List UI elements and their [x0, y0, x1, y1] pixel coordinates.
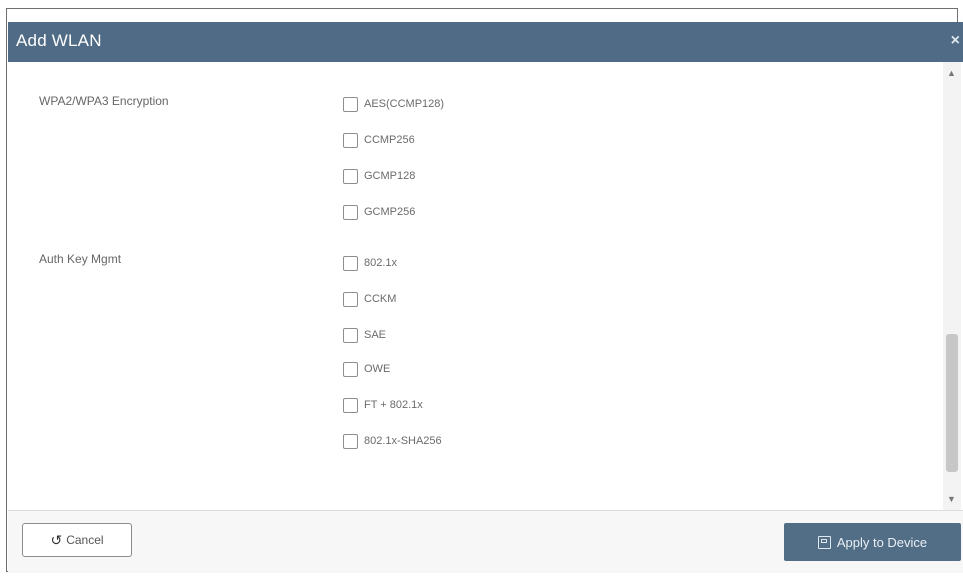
sae-checkbox[interactable]	[343, 327, 358, 343]
wpa-encryption-label: WPA2/WPA3 Encryption	[39, 94, 169, 108]
dialog-title: Add WLAN	[16, 31, 102, 50]
gcmp128-checkbox[interactable]	[343, 168, 358, 184]
cckm-label: CCKM	[364, 293, 397, 305]
close-icon[interactable]: ×	[951, 32, 960, 50]
option-ft-8021x[interactable]: FT + 802.1x	[343, 395, 423, 415]
option-8021x-sha256[interactable]: 802.1x-SHA256	[343, 431, 442, 451]
option-ccmp256[interactable]: CCMP256	[343, 130, 415, 150]
8021x-label: 802.1x	[364, 257, 398, 269]
gcmp256-checkbox[interactable]	[343, 204, 358, 220]
gcmp128-label: GCMP128	[364, 170, 416, 182]
auth-key-mgmt-label: Auth Key Mgmt	[39, 252, 122, 266]
scroll-up-icon[interactable]: ▲	[947, 68, 956, 78]
ccmp256-checkbox[interactable]	[343, 132, 358, 148]
scrollbar-thumb[interactable]	[946, 334, 958, 472]
ft-8021x-label: FT + 802.1x	[364, 399, 423, 411]
apply-to-device-label: Apply to Device	[836, 534, 928, 550]
dialog-content: WPA2/WPA3 Encryption AES(CCMP128) CCMP25…	[8, 62, 963, 510]
cckm-checkbox[interactable]	[343, 291, 358, 307]
scroll-down-icon[interactable]: ▼	[947, 494, 956, 504]
undo-icon: ↺	[50, 531, 63, 548]
owe-checkbox[interactable]	[343, 361, 358, 377]
gcmp256-label: GCMP256	[364, 206, 416, 218]
aes-ccmp128-label: AES(CCMP128)	[364, 98, 445, 110]
apply-to-device-button[interactable]: Apply to Device	[784, 523, 961, 561]
8021x-checkbox[interactable]	[343, 255, 358, 271]
option-sae[interactable]: SAE	[343, 325, 386, 345]
option-owe[interactable]: OWE	[343, 359, 390, 379]
dialog-titlebar: Add WLAN ×	[8, 22, 963, 62]
8021x-sha256-checkbox[interactable]	[343, 433, 358, 449]
option-gcmp128[interactable]: GCMP128	[343, 166, 415, 186]
cancel-button-label: Cancel	[66, 533, 104, 547]
ccmp256-label: CCMP256	[364, 134, 415, 146]
vertical-scrollbar[interactable]: ▲ ▼	[943, 62, 961, 510]
cancel-button[interactable]: ↺ Cancel	[22, 523, 132, 557]
option-8021x[interactable]: 802.1x	[343, 253, 397, 273]
option-cckm[interactable]: CCKM	[343, 289, 396, 309]
option-aes-ccmp128[interactable]: AES(CCMP128)	[343, 94, 444, 114]
dialog-footer: ↺ Cancel Apply to Device	[8, 510, 963, 573]
option-gcmp256[interactable]: GCMP256	[343, 202, 415, 222]
8021x-sha256-label: 802.1x-SHA256	[364, 435, 442, 447]
owe-label: OWE	[364, 363, 391, 375]
sae-label: SAE	[364, 329, 387, 341]
save-icon	[817, 535, 831, 549]
aes-ccmp128-checkbox[interactable]	[343, 96, 358, 112]
ft-8021x-checkbox[interactable]	[343, 397, 358, 413]
